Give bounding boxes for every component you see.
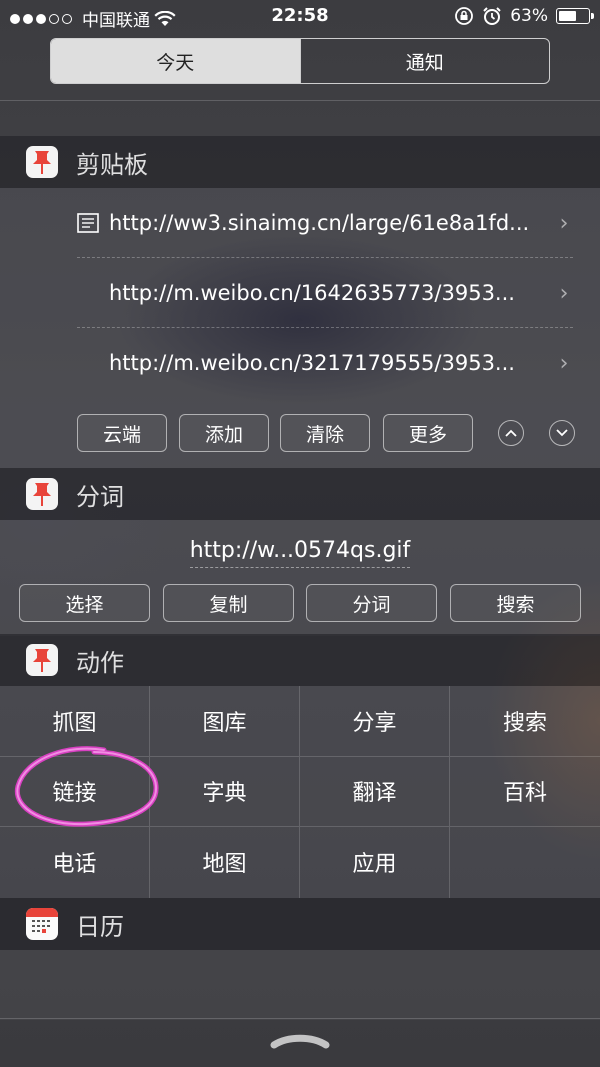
action-search[interactable]: 搜索 bbox=[450, 686, 600, 757]
add-button[interactable]: 添加 bbox=[179, 414, 269, 452]
action-phone[interactable]: 电话 bbox=[0, 827, 150, 898]
clipboard-item[interactable]: http://ww3.sinaimg.cn/large/61e8a1fd... … bbox=[77, 188, 573, 258]
action-gallery[interactable]: 图库 bbox=[150, 686, 300, 757]
battery-percent: 63% bbox=[510, 6, 548, 26]
cloud-button[interactable]: 云端 bbox=[77, 414, 167, 452]
more-button[interactable]: 更多 bbox=[383, 414, 473, 452]
chevron-up-icon[interactable] bbox=[498, 420, 524, 446]
action-encyclopedia[interactable]: 百科 bbox=[450, 757, 600, 828]
status-bar: 中国联通 22:58 63% bbox=[0, 0, 600, 34]
action-widget-title: 动作 bbox=[76, 648, 124, 677]
copy-button[interactable]: 复制 bbox=[163, 584, 294, 622]
pull-handle-icon[interactable] bbox=[270, 1030, 330, 1050]
action-share[interactable]: 分享 bbox=[300, 686, 450, 757]
clipboard-widget-header[interactable]: 剪贴板 bbox=[0, 136, 600, 188]
calendar-widget-title: 日历 bbox=[76, 912, 124, 941]
today-notification-segmented-control: 今天 通知 bbox=[50, 38, 550, 84]
battery-fill bbox=[559, 11, 576, 21]
calendar-widget-header[interactable]: 日历 bbox=[0, 898, 600, 950]
segment-widget-header[interactable]: 分词 bbox=[0, 468, 600, 520]
battery-icon bbox=[556, 8, 594, 24]
segment-text-value: http://w...0574qs.gif bbox=[189, 538, 411, 568]
divider bbox=[0, 1018, 600, 1019]
tab-notifications[interactable]: 通知 bbox=[299, 39, 550, 83]
clipboard-item[interactable]: http://m.weibo.cn/1642635773/3953... › bbox=[77, 258, 573, 328]
clipboard-item-text: http://m.weibo.cn/3217179555/3953... bbox=[109, 351, 515, 375]
action-map[interactable]: 地图 bbox=[150, 827, 300, 898]
search-button[interactable]: 搜索 bbox=[450, 584, 581, 622]
clipboard-widget-title: 剪贴板 bbox=[76, 150, 148, 179]
pin-app-icon bbox=[26, 644, 58, 676]
select-button[interactable]: 选择 bbox=[19, 584, 150, 622]
chevron-right-icon: › bbox=[559, 210, 569, 236]
clipboard-item-text: http://m.weibo.cn/1642635773/3953... bbox=[109, 281, 515, 305]
calendar-app-icon bbox=[26, 908, 58, 940]
calendar-widget-body bbox=[0, 950, 600, 1020]
action-translate[interactable]: 翻译 bbox=[300, 756, 450, 828]
clipboard-item[interactable]: http://m.weibo.cn/3217179555/3953... › bbox=[77, 328, 573, 398]
segment-text[interactable]: http://w...0574qs.gif bbox=[0, 538, 600, 568]
rotation-lock-icon bbox=[455, 7, 474, 25]
action-app[interactable]: 应用 bbox=[300, 827, 450, 898]
clipboard-item-text: http://ww3.sinaimg.cn/large/61e8a1fd... bbox=[109, 211, 530, 235]
divider bbox=[0, 100, 600, 101]
highlight-circle-annotation bbox=[14, 746, 159, 827]
status-right: 63% bbox=[454, 6, 594, 26]
alarm-icon bbox=[483, 7, 501, 25]
action-dictionary[interactable]: 字典 bbox=[150, 756, 300, 828]
chevron-down-icon[interactable] bbox=[549, 420, 575, 446]
clear-button[interactable]: 清除 bbox=[280, 414, 370, 452]
document-icon bbox=[77, 213, 99, 233]
action-widget-header[interactable]: 动作 bbox=[0, 634, 600, 686]
action-empty bbox=[450, 827, 600, 898]
pin-app-icon bbox=[26, 146, 58, 178]
chevron-right-icon: › bbox=[559, 280, 569, 306]
pin-app-icon bbox=[26, 478, 58, 510]
segment-button[interactable]: 分词 bbox=[306, 584, 437, 622]
segment-widget-title: 分词 bbox=[76, 482, 124, 511]
chevron-right-icon: › bbox=[559, 350, 569, 376]
tab-today[interactable]: 今天 bbox=[51, 39, 300, 83]
